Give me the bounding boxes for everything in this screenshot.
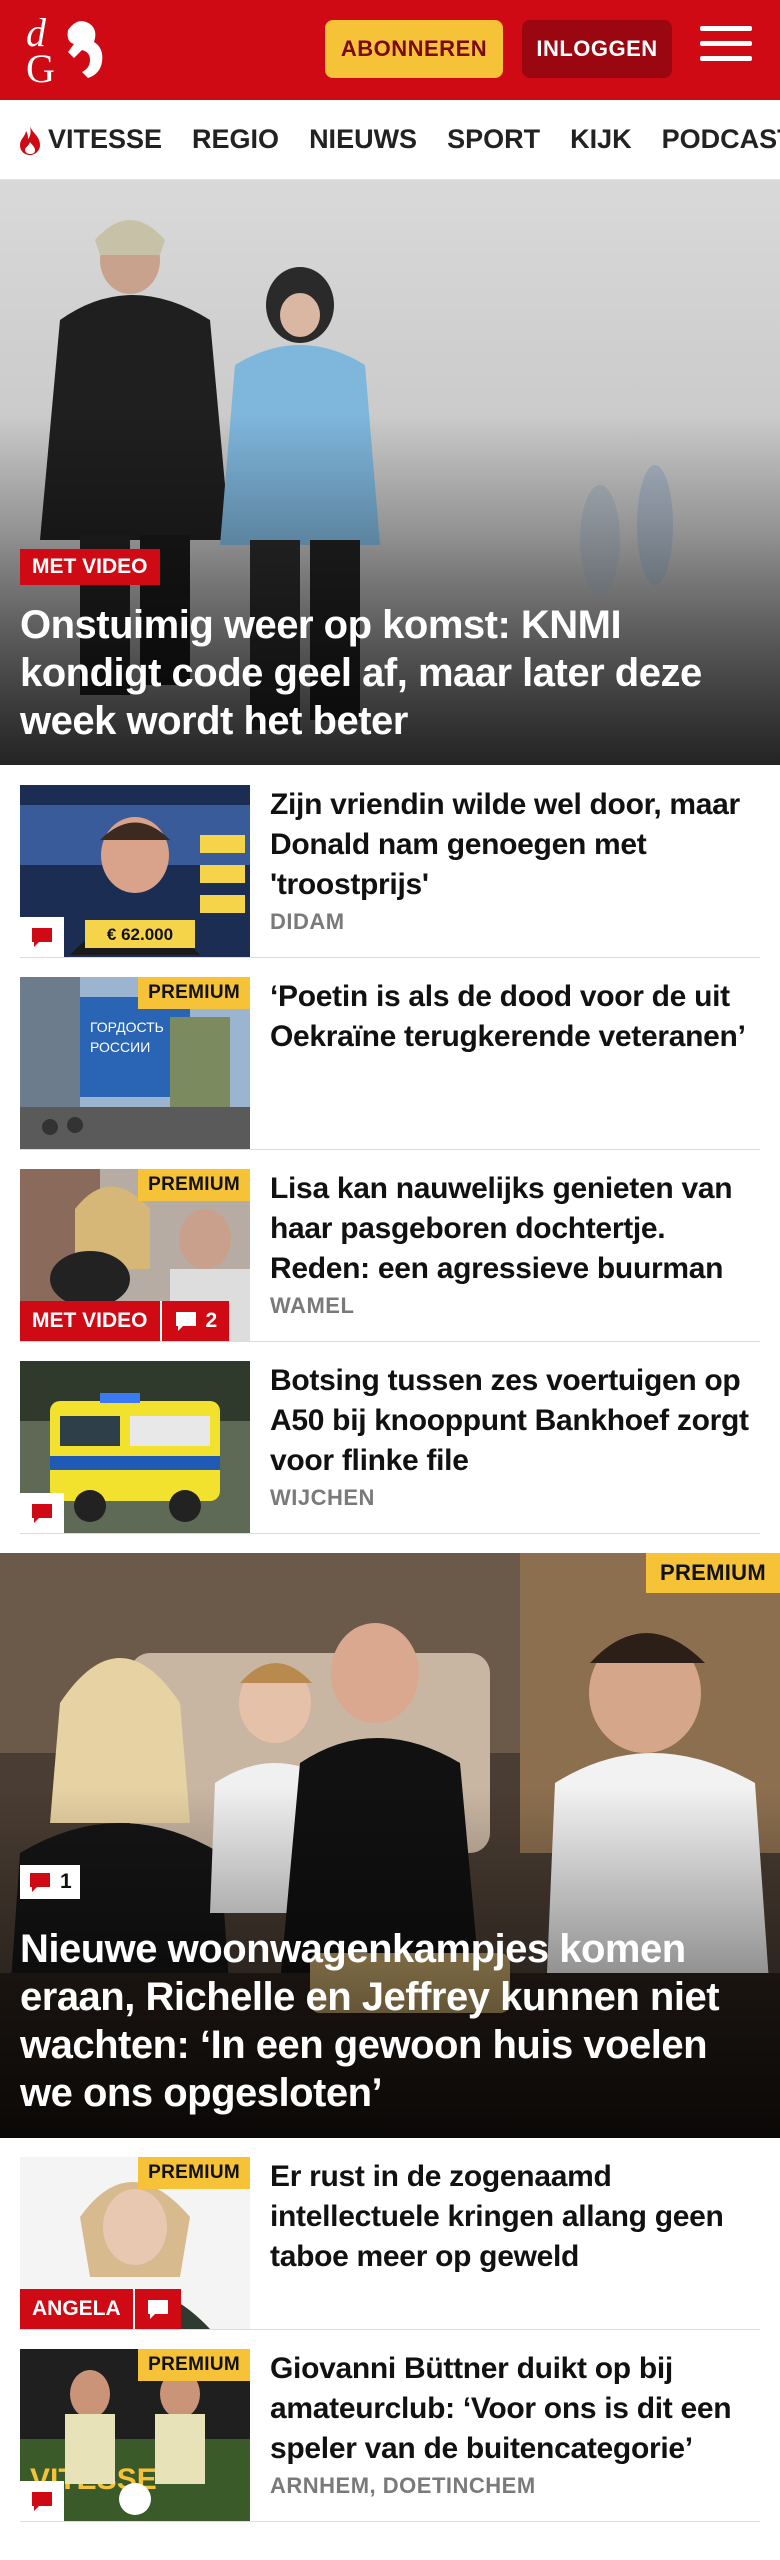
hero-title[interactable]: Onstuimig weer op komst: KNMI kondigt co… [20,601,756,745]
hero-title[interactable]: Nieuwe woonwagenkampjes komen eraan, Ric… [20,1925,756,2117]
article-row[interactable]: VITESSE PREMIUM Giovanni Büttner duikt o… [20,2349,760,2522]
flame-icon [20,125,40,155]
nav-item-sport[interactable]: SPORT [447,124,540,155]
section-nav: VITESSE REGIO NIEUWS SPORT KIJK PODCAST [0,100,780,180]
thumb-overlays: MET VIDEO 2 [20,1301,230,1341]
comments-icon[interactable] [20,2481,64,2521]
comments-icon[interactable] [20,1493,64,1533]
comment-bubble-icon [30,1873,50,1892]
comment-bubble-icon [175,1312,196,1331]
article-thumbnail[interactable]: PREMIUM MET VIDEO 2 [20,1169,250,1341]
article-location: WAMEL [270,1293,355,1318]
comment-count: 2 [205,1309,218,1332]
article-title[interactable]: Botsing tussen zes voertuigen op A50 bij… [270,1361,760,1481]
premium-badge: PREMIUM [646,1553,780,1593]
article-text: Giovanni Büttner duikt op bij amateurclu… [270,2349,760,2499]
hamburger-menu-icon[interactable] [700,26,752,72]
article-thumbnail[interactable]: PREMIUM ANGELA [20,2157,250,2329]
nav-item-kijk[interactable]: KIJK [570,124,632,155]
subscribe-button[interactable]: ABONNEREN [325,20,503,78]
svg-text:РОССИИ: РОССИИ [90,1039,150,1055]
article-location: ARNHEM, DOETINCHEM [270,2473,536,2498]
nav-item-nieuws[interactable]: NIEUWS [309,124,417,155]
article-title[interactable]: ‘Poetin is als de dood voor de uit Oekra… [270,977,760,1057]
article-title[interactable]: Er rust in de zogenaamd intellectuele kr… [270,2157,760,2277]
comments-badge[interactable]: 1 [20,1865,80,1899]
article-location: WIJCHEN [270,1485,375,1510]
nav-item-podcast[interactable]: PODCAST [662,124,780,155]
svg-text:ГОРДОСТЬ: ГОРДОСТЬ [90,1019,164,1035]
video-tag-label: MET VIDEO [20,549,160,585]
comment-count: 1 [60,1870,72,1893]
article-text: Botsing tussen zes voertuigen op A50 bij… [270,1361,760,1511]
premium-badge: PREMIUM [138,2157,250,2189]
article-thumbnail[interactable]: ГОРДОСТЬ РОССИИ PREMIUM [20,977,250,1149]
article-title[interactable]: Giovanni Büttner duikt op bij amateurclu… [270,2349,760,2469]
author-tag[interactable]: ANGELA [20,2289,133,2329]
prize-amount: € 62.000 [107,925,173,944]
article-row[interactable]: € 62.000 Zijn vriendin wilde wel door, m… [20,785,760,958]
article-thumbnail[interactable]: VITESSE PREMIUM [20,2349,250,2521]
article-row[interactable]: Botsing tussen zes voertuigen op A50 bij… [20,1361,760,1534]
article-row[interactable]: PREMIUM MET VIDEO 2 Lisa kan nauwelijks … [20,1169,760,1342]
nav-label: VITESSE [48,124,163,154]
dg-logo[interactable]: d G [20,10,120,90]
video-tag: MET VIDEO [20,549,160,585]
comments-icon[interactable] [20,917,64,957]
article-row[interactable]: ГОРДОСТЬ РОССИИ PREMIUM ‘Poetin is als d… [20,977,760,1150]
premium-badge: PREMIUM [138,1169,250,1201]
top-header: d G ABONNEREN INLOGGEN [0,0,780,100]
nav-item-vitesse[interactable]: VITESSE [16,124,162,156]
premium-badge: PREMIUM [138,977,250,1009]
article-title[interactable]: Zijn vriendin wilde wel door, maar Donal… [270,785,760,905]
article-thumbnail[interactable] [20,1361,250,1533]
hero-article-weather[interactable]: MET VIDEO Onstuimig weer op komst: KNMI … [0,180,780,765]
login-button[interactable]: INLOGGEN [522,20,672,78]
article-text: ‘Poetin is als de dood voor de uit Oekra… [270,977,760,1057]
article-title[interactable]: Lisa kan nauwelijks genieten van haar pa… [270,1169,760,1289]
comment-bubble-icon [147,2300,168,2319]
premium-badge: PREMIUM [138,2349,250,2381]
hero-article-woonwagen[interactable]: PREMIUM 1 Nieuwe woonwagenkampjes komen … [0,1553,780,2138]
article-row[interactable]: PREMIUM ANGELA Er rust in de zogenaamd i… [20,2157,760,2330]
comments-badge[interactable]: 2 [159,1301,230,1341]
nav-item-regio[interactable]: REGIO [192,124,279,155]
thumb-overlays: ANGELA [20,2289,181,2329]
comments-icon[interactable] [132,2289,181,2329]
article-text: Er rust in de zogenaamd intellectuele kr… [270,2157,760,2277]
article-text: Zijn vriendin wilde wel door, maar Donal… [270,785,760,935]
svg-text:G: G [26,46,55,90]
article-thumbnail[interactable]: € 62.000 [20,785,250,957]
video-tag: MET VIDEO [20,1301,160,1341]
article-text: Lisa kan nauwelijks genieten van haar pa… [270,1169,760,1319]
article-location: DIDAM [270,909,345,934]
